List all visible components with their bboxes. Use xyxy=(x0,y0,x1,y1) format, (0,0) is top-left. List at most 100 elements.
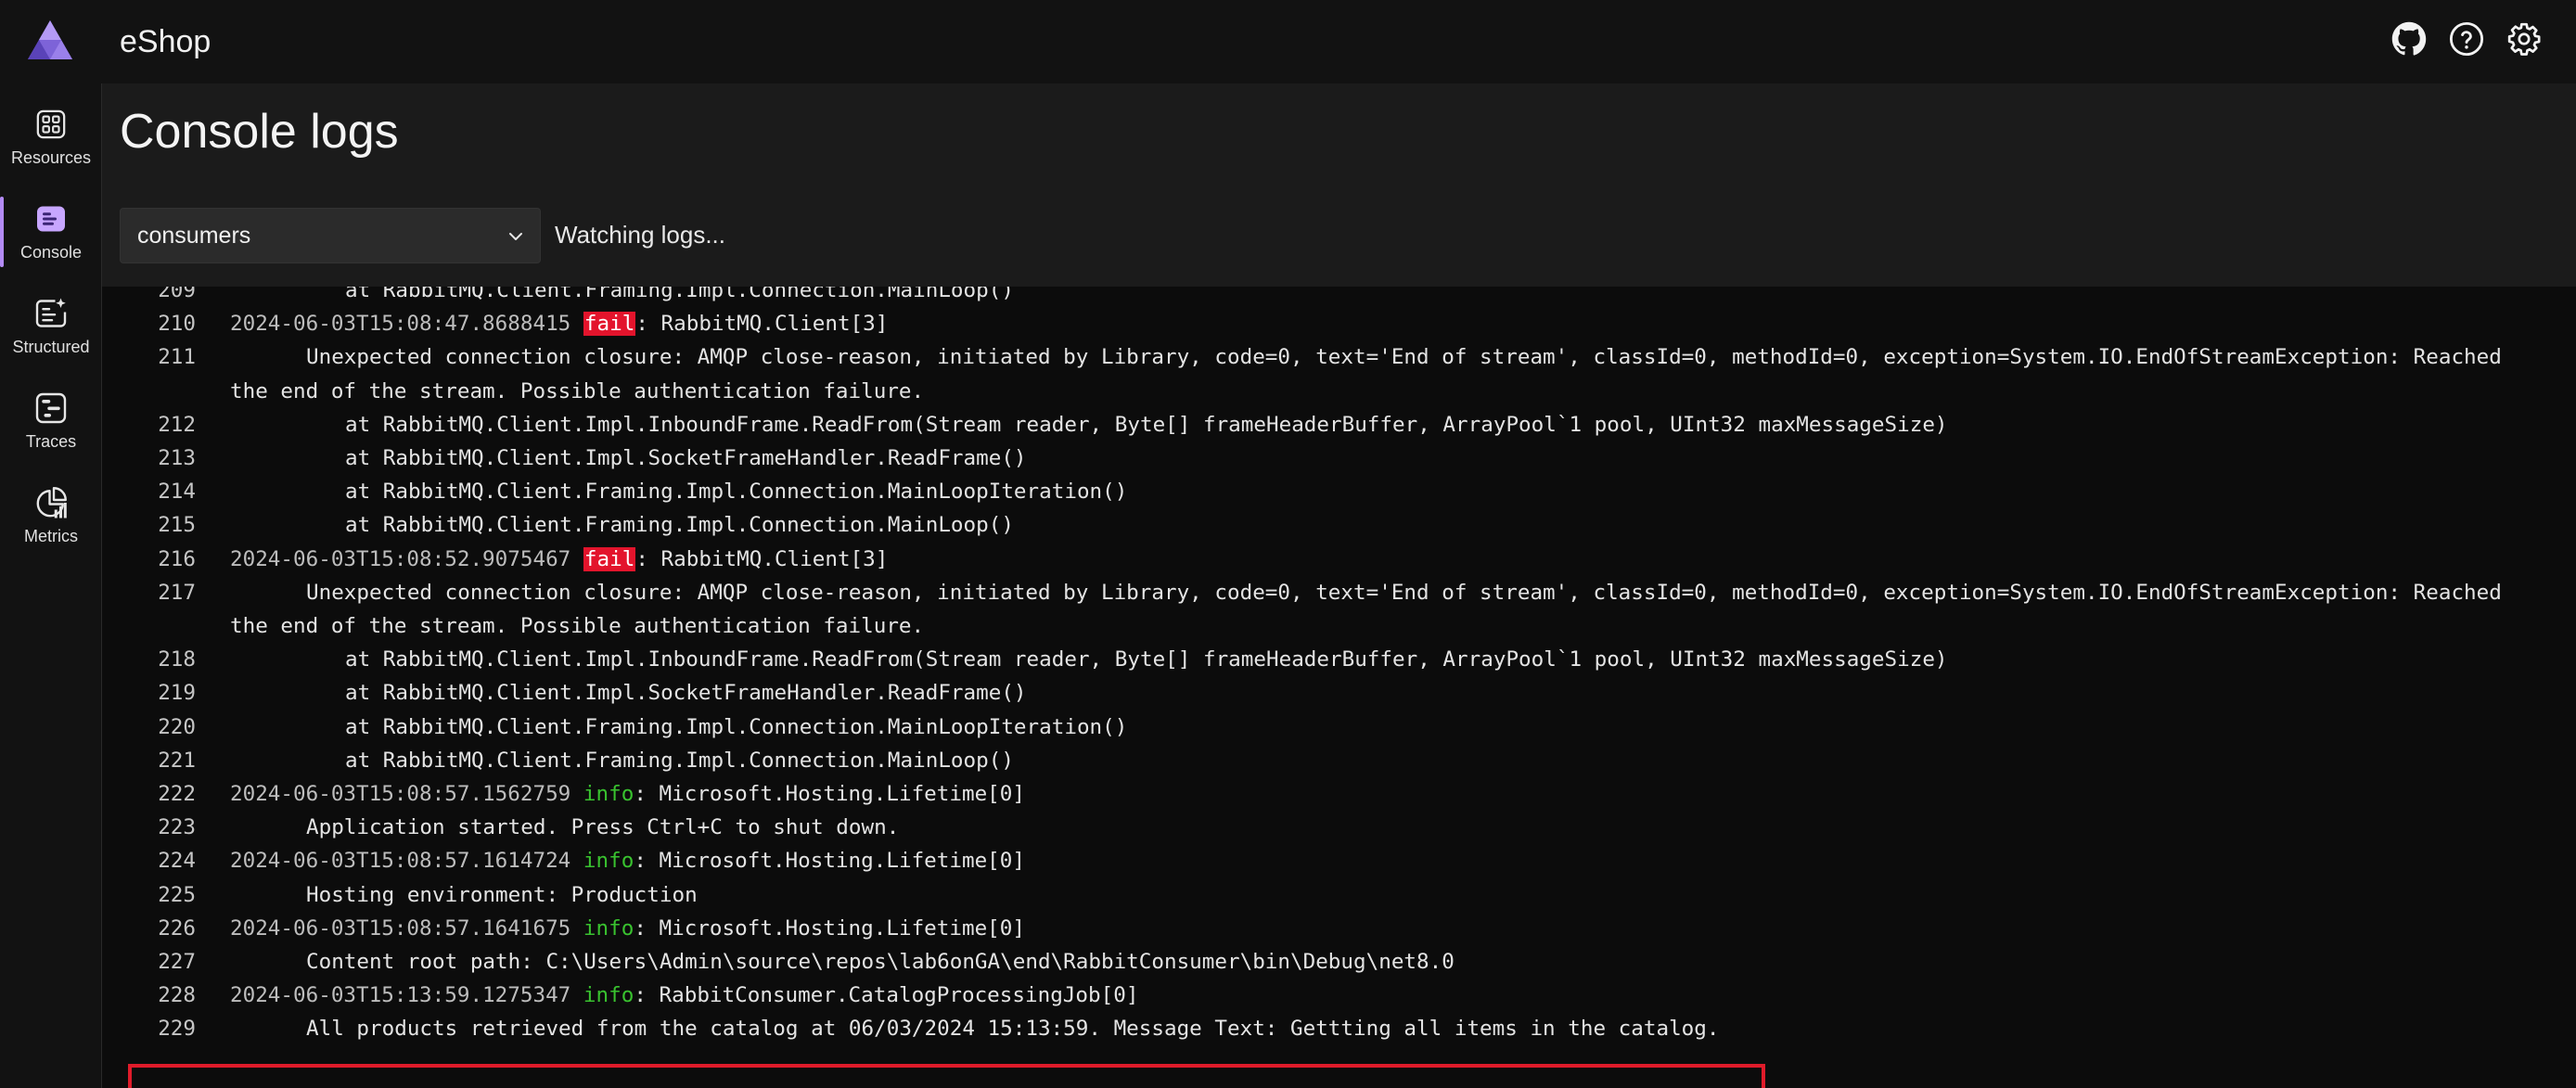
log-line-content: at RabbitMQ.Client.Framing.Impl.Connecti… xyxy=(230,475,1127,508)
log-message: Content root path: C:\Users\Admin\source… xyxy=(306,950,1455,974)
highlight-box xyxy=(128,1064,1765,1088)
log-level-badge: fail xyxy=(583,546,636,571)
log-line-number: 218 xyxy=(158,647,196,672)
sidebar-item-label: Metrics xyxy=(24,527,78,545)
log-message: the end of the stream. Possible authenti… xyxy=(230,378,925,403)
log-line: 222 2024-06-03T15:08:57.1562759 info: Mic… xyxy=(102,777,2576,811)
log-line-content: All products retrieved from the catalog … xyxy=(230,1012,1720,1045)
log-line-number: 225 xyxy=(158,882,196,907)
log-message: All products retrieved from the catalog … xyxy=(306,1017,1720,1042)
log-line: 220 at RabbitMQ.Client.Framing.Impl.Conne… xyxy=(102,710,2576,744)
log-message: Hosting environment: Production xyxy=(306,882,698,907)
log-line-number: 220 xyxy=(158,714,196,739)
console-icon xyxy=(32,200,70,237)
log-line-content: 2024-06-03T15:08:47.8688415 fail: Rabbit… xyxy=(230,307,888,340)
log-line: 226 2024-06-03T15:08:57.1641675 info: Mic… xyxy=(102,912,2576,945)
log-line-content: 2024-06-03T15:13:59.1275347 info: Rabbit… xyxy=(230,979,1138,1012)
log-line-content: 2024-06-03T15:08:57.1614724 info: Micros… xyxy=(230,844,1025,877)
console-header: Console logs consumers Watching logs... xyxy=(102,83,2576,287)
log-timestamp: 2024-06-03T15:13:59.1275347 xyxy=(230,983,571,1008)
log-line-number: 213 xyxy=(158,446,196,470)
github-icon[interactable] xyxy=(2390,20,2428,58)
sidebar-item-resources[interactable]: Resources xyxy=(0,89,102,182)
log-message: : RabbitConsumer.CatalogProcessingJob[0] xyxy=(634,983,1139,1008)
log-timestamp: 2024-06-03T15:08:57.1614724 xyxy=(230,849,571,874)
sidebar-item-traces[interactable]: Traces xyxy=(0,373,102,466)
log-line-number: 224 xyxy=(158,849,196,874)
log-line-content: at RabbitMQ.Client.Framing.Impl.Connecti… xyxy=(230,744,1014,777)
log-message: Unexpected connection closure: AMQP clos… xyxy=(306,580,2502,605)
log-line-content: Hosting environment: Production xyxy=(230,878,698,912)
sidebar-item-structured[interactable]: Structured xyxy=(0,278,102,371)
log-line: 216 2024-06-03T15:08:52.9075467 fail: Rab… xyxy=(102,543,2576,576)
log-line-number: 210 xyxy=(158,312,196,337)
traces-icon xyxy=(32,390,70,427)
log-line: 221 at RabbitMQ.Client.Framing.Impl.Conne… xyxy=(102,744,2576,777)
log-line: 218 at RabbitMQ.Client.Impl.InboundFrame.… xyxy=(102,643,2576,676)
log-line: 227 Content root path: C:\Users\Admin\sou… xyxy=(102,945,2576,979)
log-line-content: Unexpected connection closure: AMQP clos… xyxy=(230,340,2502,374)
log-level-badge: info xyxy=(583,782,634,806)
log-timestamp: 2024-06-03T15:08:57.1641675 xyxy=(230,915,571,941)
log-level-badge: info xyxy=(583,983,634,1008)
log-level-badge: info xyxy=(583,849,634,874)
help-icon[interactable] xyxy=(2448,20,2485,58)
log-message: : RabbitMQ.Client[3] xyxy=(635,546,889,571)
log-message: at RabbitMQ.Client.Impl.InboundFrame.Rea… xyxy=(345,412,1948,437)
sidebar-item-metrics[interactable]: Metrics xyxy=(0,467,102,560)
log-line-content: 2024-06-03T15:08:57.1562759 info: Micros… xyxy=(230,777,1025,811)
app-logo-icon[interactable] xyxy=(26,19,74,61)
log-line: 219 at RabbitMQ.Client.Impl.SocketFrameHa… xyxy=(102,676,2576,710)
gear-icon[interactable] xyxy=(2506,20,2543,58)
log-line: 212 at RabbitMQ.Client.Impl.InboundFrame.… xyxy=(102,408,2576,442)
log-line-content: the end of the stream. Possible authenti… xyxy=(230,609,924,643)
log-line-number: 212 xyxy=(158,412,196,437)
log-line: 214 at RabbitMQ.Client.Framing.Impl.Conne… xyxy=(102,475,2576,508)
resource-select-value: consumers xyxy=(137,222,251,249)
log-line-content: at RabbitMQ.Client.Impl.InboundFrame.Rea… xyxy=(230,408,1948,442)
metrics-icon xyxy=(32,484,70,521)
log-line-number: 215 xyxy=(158,513,196,538)
log-message: at RabbitMQ.Client.Impl.SocketFrameHandl… xyxy=(345,446,1027,470)
log-line: 228 2024-06-03T15:13:59.1275347 info: Rab… xyxy=(102,979,2576,1012)
log-line-content: Content root path: C:\Users\Admin\source… xyxy=(230,945,1455,979)
sidebar-item-console[interactable]: Console xyxy=(0,184,102,276)
log-message: : Microsoft.Hosting.Lifetime[0] xyxy=(634,782,1025,806)
log-line: 225 Hosting environment: Production xyxy=(102,878,2576,912)
log-message: : RabbitMQ.Client[3] xyxy=(635,312,889,337)
log-status: Watching logs... xyxy=(555,221,726,249)
log-message: : Microsoft.Hosting.Lifetime[0] xyxy=(634,915,1025,941)
log-message: at RabbitMQ.Client.Impl.SocketFrameHandl… xyxy=(345,681,1027,706)
sidebar-item-label: Structured xyxy=(12,338,90,356)
log-message: at RabbitMQ.Client.Framing.Impl.Connecti… xyxy=(345,287,1014,302)
log-level-badge: info xyxy=(583,915,634,941)
log-line: 223 Application started. Press Ctrl+C to … xyxy=(102,811,2576,844)
log-line-number: 222 xyxy=(158,782,196,806)
log-message: at RabbitMQ.Client.Framing.Impl.Connecti… xyxy=(345,480,1128,505)
log-line: 213 at RabbitMQ.Client.Impl.SocketFrameHa… xyxy=(102,442,2576,475)
log-line: 224 2024-06-03T15:08:57.1614724 info: Mic… xyxy=(102,844,2576,877)
log-line-content: at RabbitMQ.Client.Framing.Impl.Connecti… xyxy=(230,287,1014,307)
log-line-number: 226 xyxy=(158,915,196,941)
sidebar: Resources Console Structured Traces Metr… xyxy=(0,83,102,1088)
main-content: Console logs consumers Watching logs... … xyxy=(102,83,2576,1088)
log-timestamp: 2024-06-03T15:08:47.8688415 xyxy=(230,312,571,337)
top-icons xyxy=(2390,20,2543,58)
log-line-content: Application started. Press Ctrl+C to shu… xyxy=(230,811,899,844)
log-message: Application started. Press Ctrl+C to shu… xyxy=(306,815,900,840)
log-line: 229 All products retrieved from the catal… xyxy=(102,1012,2576,1045)
app-title: eShop xyxy=(120,24,211,59)
log-line: 211 Unexpected connection closure: AMQP c… xyxy=(102,340,2576,374)
log-line: 217 Unexpected connection closure: AMQP c… xyxy=(102,576,2576,609)
log-viewer[interactable]: 209 at RabbitMQ.Client.Framing.Impl.Conne… xyxy=(102,287,2576,1088)
log-line-content: the end of the stream. Possible authenti… xyxy=(230,375,924,408)
log-line-content: 2024-06-03T15:08:52.9075467 fail: Rabbit… xyxy=(230,543,888,576)
log-line-content: 2024-06-03T15:08:57.1641675 info: Micros… xyxy=(230,912,1025,945)
log-line: the end of the stream. Possible authenti… xyxy=(102,609,2576,643)
structured-icon xyxy=(32,295,70,332)
top-bar: eShop xyxy=(0,0,2576,83)
log-message: : Microsoft.Hosting.Lifetime[0] xyxy=(634,849,1025,874)
resource-select[interactable]: consumers xyxy=(120,208,541,263)
log-message: Unexpected connection closure: AMQP clos… xyxy=(306,345,2502,370)
log-message: at RabbitMQ.Client.Framing.Impl.Connecti… xyxy=(345,748,1014,773)
